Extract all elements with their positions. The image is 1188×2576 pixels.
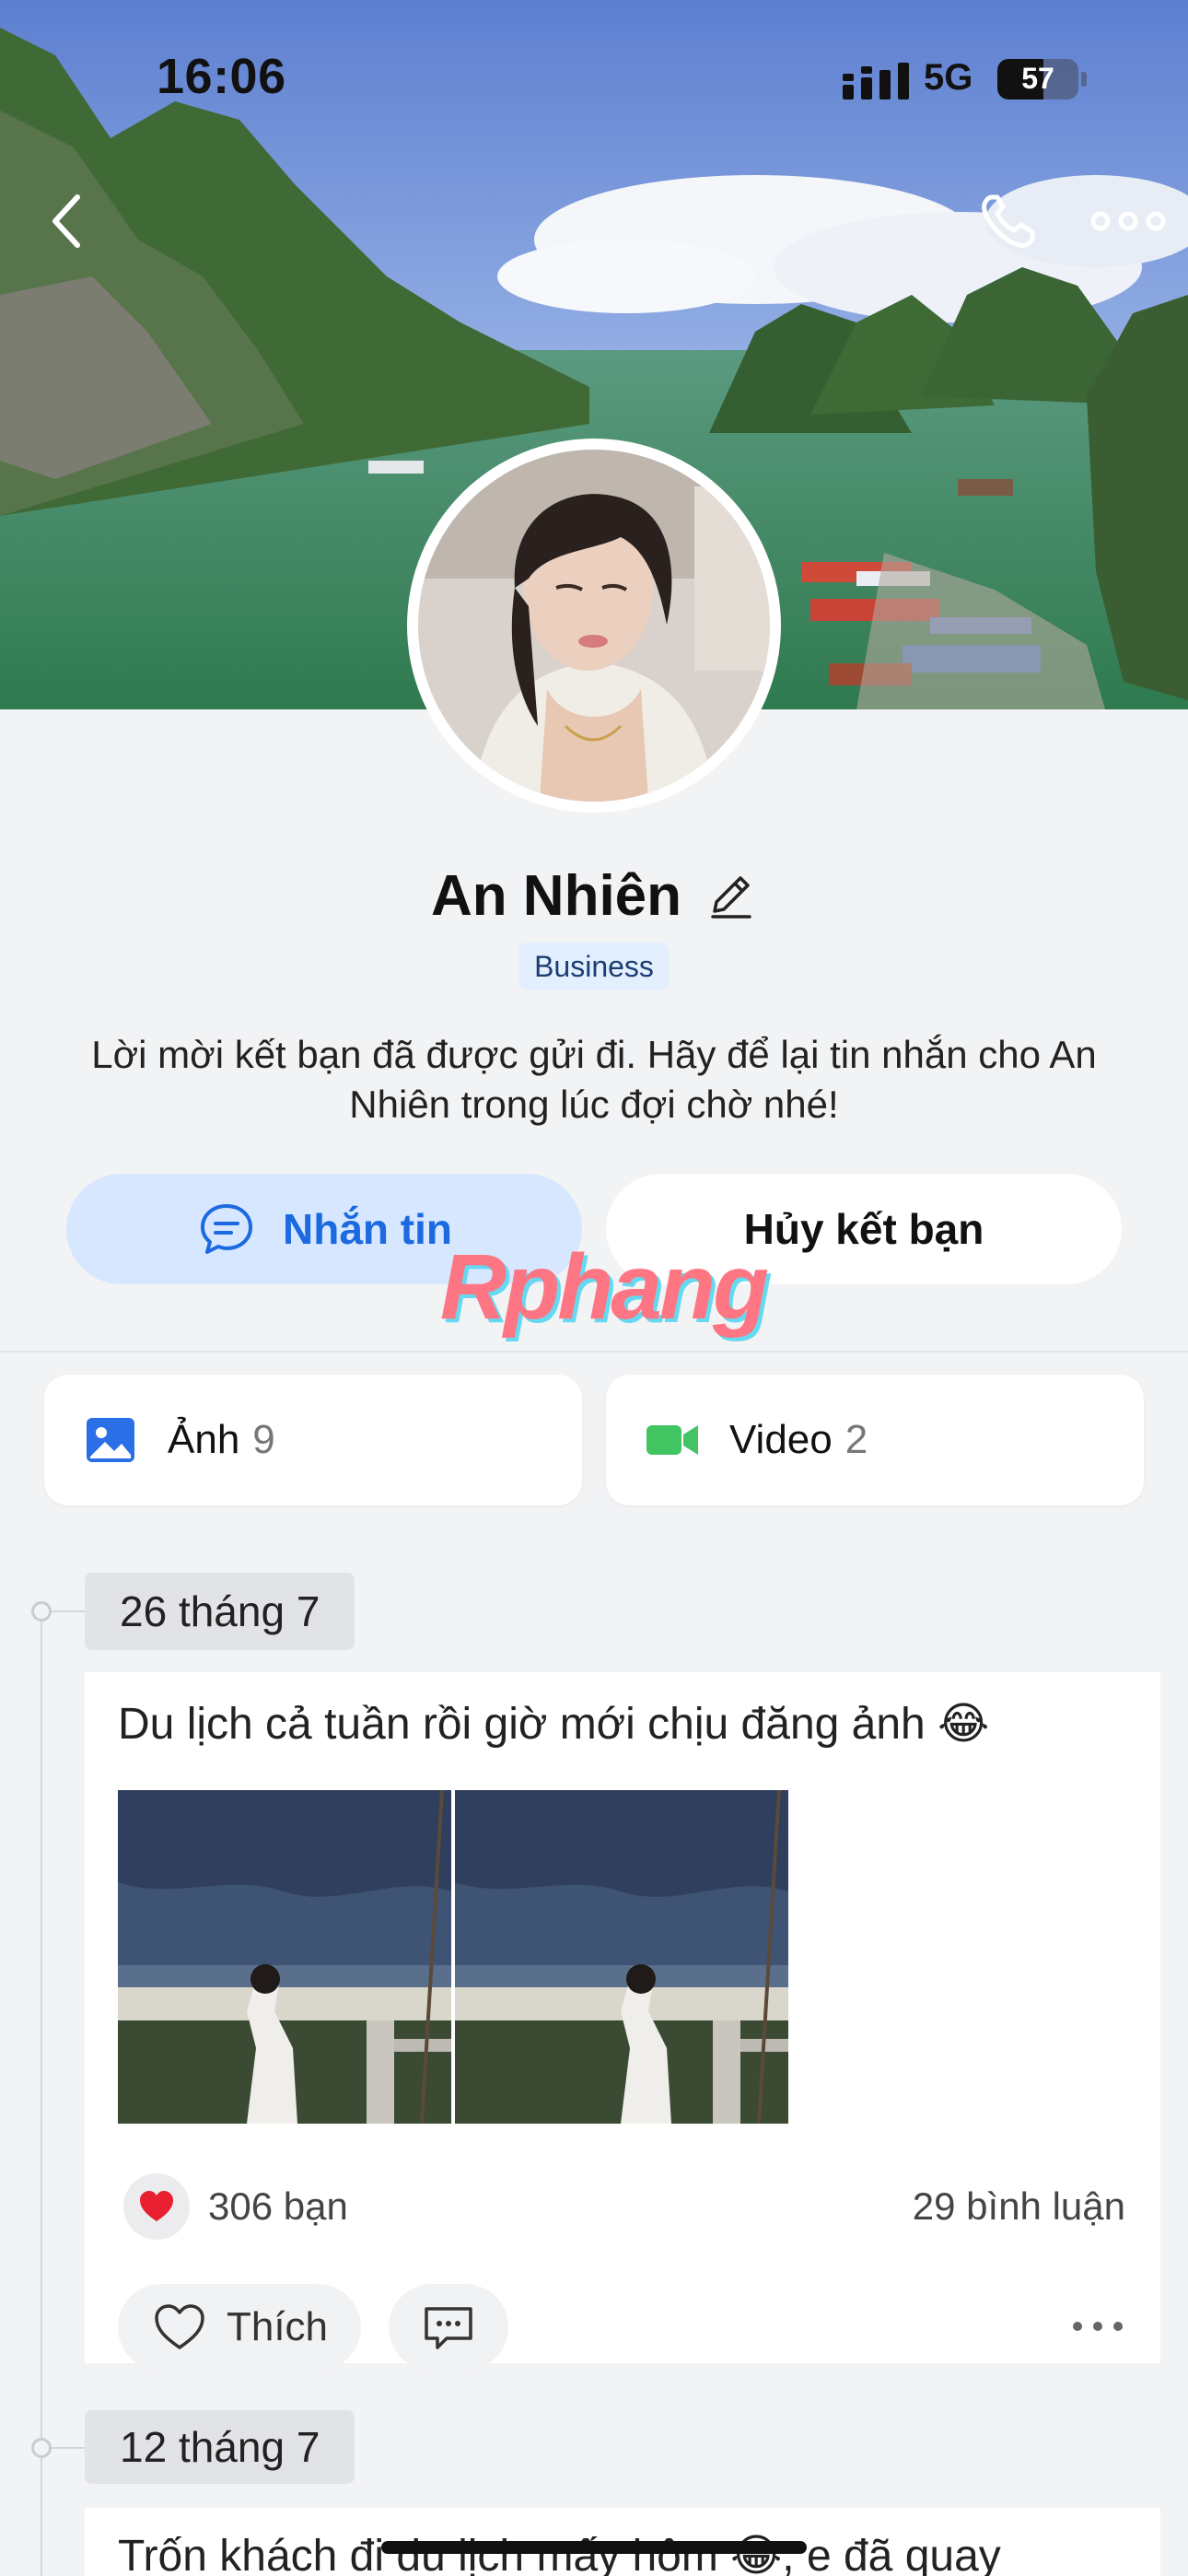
timeline-date: 26 tháng 7 xyxy=(85,1573,355,1650)
call-button[interactable] xyxy=(972,184,1045,258)
more-dots-icon xyxy=(1090,211,1166,231)
network-type: 5G xyxy=(924,57,973,98)
photos-count: 9 xyxy=(252,1417,275,1462)
post-card[interactable]: Du lịch cả tuần rồi giờ mới chịu đăng ản… xyxy=(85,1672,1160,2371)
timeline-date: 12 tháng 7 xyxy=(85,2410,355,2484)
profile-avatar[interactable] xyxy=(407,439,781,813)
more-options-button[interactable] xyxy=(1087,184,1170,258)
image-icon xyxy=(87,1418,134,1462)
comment-count[interactable]: 29 bình luận xyxy=(913,2184,1125,2229)
timeline-dot xyxy=(31,2438,52,2458)
status-time: 16:06 xyxy=(157,49,286,104)
battery-tip xyxy=(1081,72,1087,87)
post-text: Du lịch cả tuần rồi giờ mới chịu đăng ản… xyxy=(118,1700,990,1749)
timeline-dot xyxy=(31,1601,52,1622)
watermark-logo: Rphang xyxy=(439,1235,769,1339)
reaction-count[interactable]: 306 bạn xyxy=(208,2184,348,2229)
post-photo[interactable] xyxy=(118,1790,451,2124)
comment-icon xyxy=(425,2307,472,2349)
videos-count: 2 xyxy=(844,1417,868,1462)
home-indicator[interactable] xyxy=(381,2541,807,2554)
timeline-connector xyxy=(52,2447,85,2449)
photos-label: Ảnh xyxy=(168,1417,240,1462)
video-camera-icon xyxy=(646,1425,698,1455)
chat-bubble-icon xyxy=(201,1204,252,1254)
post-photo[interactable] xyxy=(455,1790,788,2124)
battery-icon: 57 xyxy=(997,59,1078,100)
photos-tile[interactable]: Ảnh 9 xyxy=(44,1375,582,1505)
battery-percent: 57 xyxy=(1021,62,1054,95)
heart-outline-icon xyxy=(155,2304,204,2349)
comment-button[interactable] xyxy=(389,2284,508,2371)
section-divider xyxy=(0,1351,1188,1352)
profile-name-row: An Nhiên xyxy=(0,857,1188,934)
heart-icon xyxy=(140,2191,173,2221)
reaction-badge[interactable] xyxy=(123,2173,190,2240)
friend-request-message: Lời mời kết bạn đã được gửi đi. Hãy để l… xyxy=(91,1033,1097,1126)
more-dots-icon[interactable] xyxy=(1068,2308,1127,2345)
signal-strength-icon xyxy=(843,63,909,100)
videos-tile[interactable]: Video 2 xyxy=(606,1375,1144,1505)
phone-icon xyxy=(982,194,1035,248)
pencil-icon[interactable] xyxy=(704,869,757,922)
like-button-label: Thích xyxy=(226,2304,329,2349)
chevron-left-icon xyxy=(52,194,80,248)
like-button[interactable]: Thích xyxy=(118,2284,361,2371)
profile-name: An Nhiên xyxy=(430,863,682,928)
timeline-line xyxy=(41,1610,42,2576)
status-bar: 16:06 5G 57 xyxy=(0,0,1188,157)
back-button[interactable] xyxy=(33,184,107,258)
videos-label: Video xyxy=(729,1417,833,1462)
business-badge: Business xyxy=(518,943,670,990)
timeline-connector xyxy=(52,1610,85,1612)
